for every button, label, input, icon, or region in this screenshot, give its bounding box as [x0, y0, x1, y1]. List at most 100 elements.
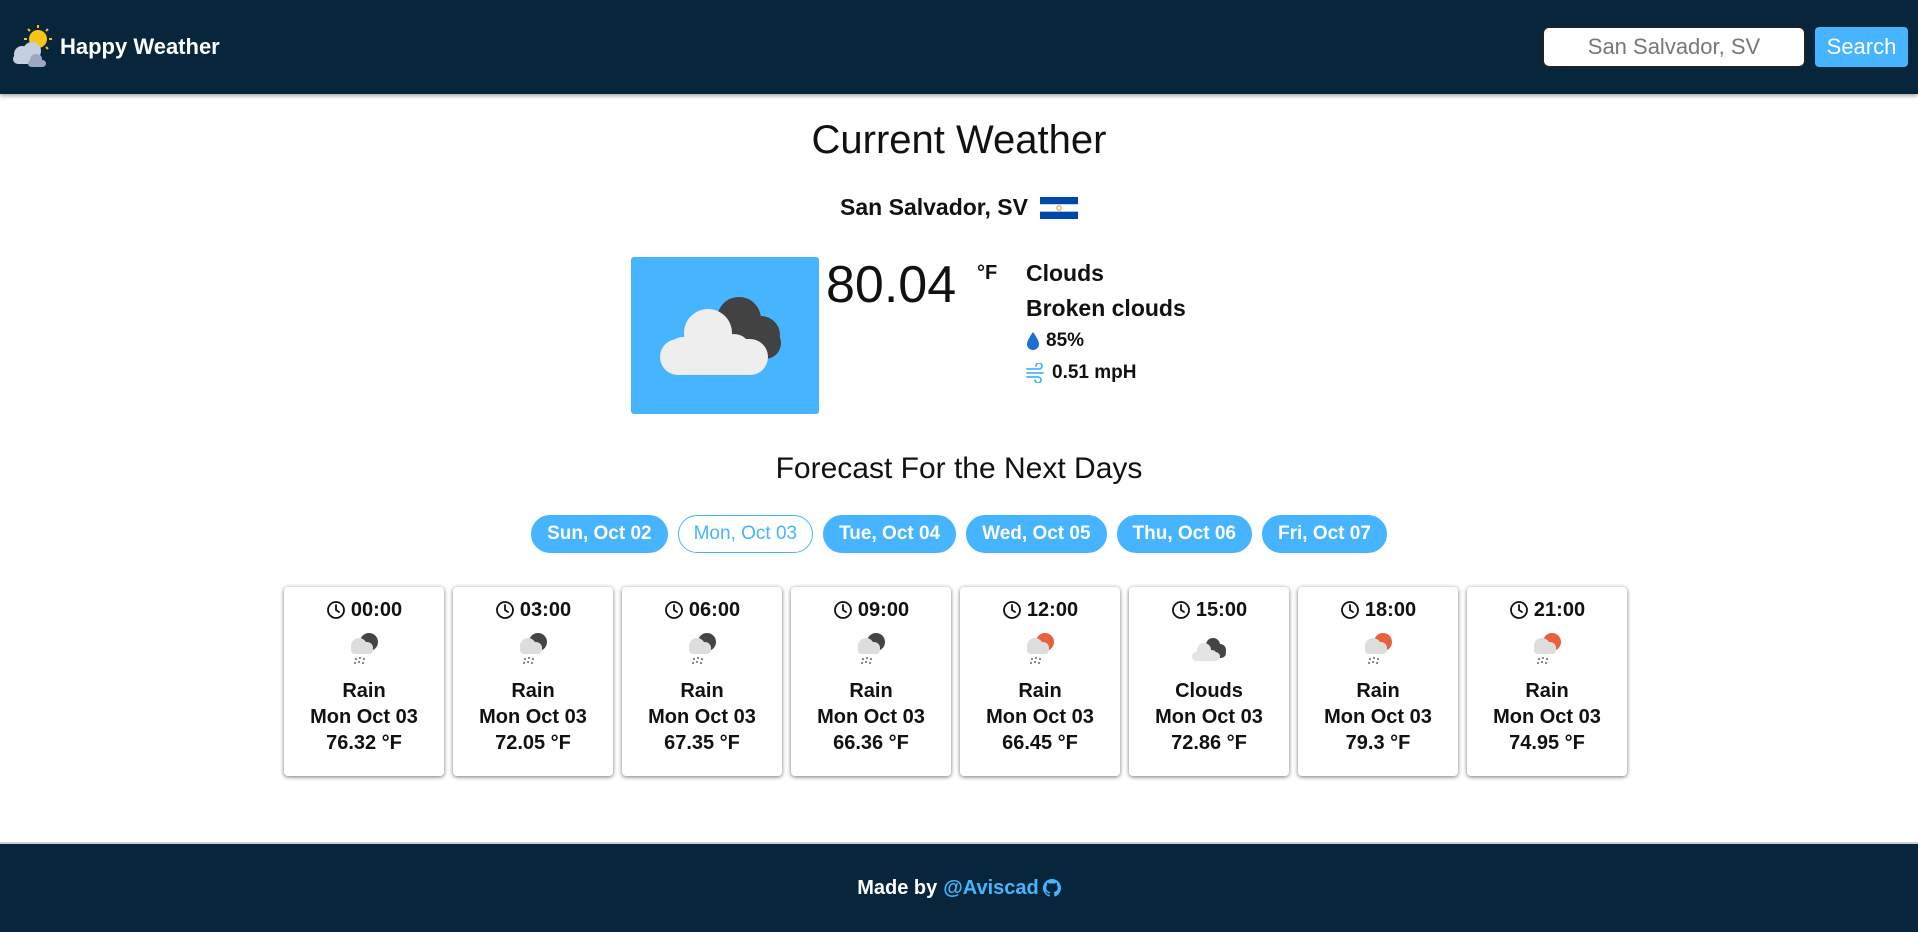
forecast-day-tabs: Sun, Oct 02 Mon, Oct 03 Tue, Oct 04 Wed,…: [0, 515, 1918, 553]
night-rain-icon: [351, 633, 378, 664]
tab-mon-oct-03[interactable]: Mon, Oct 03: [677, 515, 814, 553]
card-condition: Rain: [1356, 680, 1400, 702]
humidity-value: 85%: [1046, 330, 1085, 351]
clock-icon: [496, 601, 514, 619]
day-rain-icon: [1365, 633, 1392, 664]
wind-row: 0.51 mpH: [1026, 362, 1136, 384]
card-temperature: 72.05 °F: [495, 732, 571, 754]
wind-icon: [1026, 363, 1044, 383]
clock-icon: [327, 601, 345, 619]
card-temperature: 76.32 °F: [326, 732, 402, 754]
clock-icon: [834, 601, 852, 619]
night-rain-icon: [689, 633, 716, 664]
card-temperature: 74.95 °F: [1509, 732, 1585, 754]
card-time-label: 18:00: [1364, 598, 1417, 621]
temperature-unit: °F: [977, 262, 998, 284]
card-time-label: 12:00: [1026, 598, 1079, 621]
current-temperature: 80.04: [826, 256, 957, 314]
top-navbar: Happy Weather Search: [0, 0, 1918, 94]
humidity-drop-icon: [1027, 332, 1039, 350]
card-time: 18:00: [1340, 598, 1416, 622]
card-time: 15:00: [1171, 598, 1247, 622]
author-link[interactable]: @Aviscad: [943, 876, 1061, 900]
forecast-card: 12:00 Rain Mon Oct 03 66.45 °F: [960, 587, 1120, 776]
forecast-card: 21:00 Rain Mon Oct 03 74.95 °F: [1467, 587, 1627, 776]
card-time-label: 09:00: [857, 598, 910, 621]
card-time-label: 21:00: [1533, 598, 1586, 621]
forecast-card: 18:00 Rain Mon Oct 03 79.3 °F: [1298, 587, 1458, 776]
clock-icon: [1003, 601, 1021, 619]
tab-sun-oct-02[interactable]: Sun, Oct 02: [531, 515, 668, 553]
search-button[interactable]: Search: [1815, 27, 1908, 67]
card-temperature: 67.35 °F: [664, 732, 740, 754]
card-condition: Clouds: [1175, 680, 1243, 702]
footer: Made by @Aviscad: [0, 842, 1918, 932]
card-time: 06:00: [664, 598, 740, 622]
card-date: Mon Oct 03: [1493, 706, 1601, 728]
card-date: Mon Oct 03: [1155, 706, 1263, 728]
card-time-label: 03:00: [519, 598, 572, 621]
current-weather-icon-box: [631, 257, 819, 414]
card-date: Mon Oct 03: [310, 706, 418, 728]
clock-icon: [1172, 601, 1190, 619]
tab-thu-oct-06[interactable]: Thu, Oct 06: [1116, 515, 1252, 553]
clock-icon: [665, 601, 683, 619]
forecast-card: 00:00 Rain Mon Oct 03 76.32 °F: [284, 587, 444, 776]
sun-behind-cloud-icon: [13, 25, 52, 67]
humidity-row: 85%: [1026, 330, 1084, 352]
card-date: Mon Oct 03: [986, 706, 1094, 728]
day-rain-icon: [1027, 633, 1054, 664]
card-time: 00:00: [326, 598, 402, 622]
card-date: Mon Oct 03: [817, 706, 925, 728]
author-name: @Aviscad: [943, 876, 1039, 899]
broken-clouds-icon: [1192, 638, 1226, 661]
forecast-cards: 00:00 Rain Mon Oct 03 76.32 °F 03:00 Rain Mon …: [284, 587, 1627, 776]
brand[interactable]: Happy Weather: [8, 24, 220, 70]
card-time: 21:00: [1509, 598, 1585, 622]
wind-value: 0.51 mpH: [1052, 362, 1137, 383]
card-time: 09:00: [833, 598, 909, 622]
broken-clouds-icon: [660, 297, 781, 375]
app-name: Happy Weather: [60, 34, 220, 59]
card-temperature: 66.45 °F: [1002, 732, 1078, 754]
forecast-card: 09:00 Rain Mon Oct 03 66.36 °F: [791, 587, 951, 776]
location-row: San Salvador, SV: [0, 194, 1918, 221]
tab-fri-oct-07[interactable]: Fri, Oct 07: [1262, 515, 1387, 553]
card-condition: Rain: [849, 680, 893, 702]
page-title: Current Weather: [811, 118, 1107, 162]
night-rain-icon: [520, 633, 547, 664]
card-condition: Rain: [1525, 680, 1569, 702]
day-rain-icon: [1534, 633, 1561, 664]
github-icon: [1042, 879, 1061, 897]
location-name: San Salvador, SV: [840, 194, 1028, 220]
card-condition: Rain: [680, 680, 724, 702]
weather-main: Clouds: [1026, 260, 1104, 286]
card-temperature: 79.3 °F: [1345, 732, 1411, 754]
card-date: Mon Oct 03: [479, 706, 587, 728]
card-temperature: 66.36 °F: [833, 732, 909, 754]
card-time-label: 06:00: [688, 598, 741, 621]
made-by-label: Made by: [857, 876, 938, 899]
tab-tue-oct-04[interactable]: Tue, Oct 04: [823, 515, 957, 553]
tab-wed-oct-05[interactable]: Wed, Oct 05: [966, 515, 1107, 553]
card-condition: Rain: [1018, 680, 1062, 702]
forecast-card: 15:00 Clouds Mon Oct 03 72.86 °F: [1129, 587, 1289, 776]
card-time-label: 15:00: [1195, 598, 1248, 621]
card-date: Mon Oct 03: [648, 706, 756, 728]
night-rain-icon: [858, 633, 885, 664]
card-time: 12:00: [1002, 598, 1078, 622]
el-salvador-flag-icon: [1039, 196, 1078, 219]
forecast-title: Forecast For the Next Days: [775, 452, 1143, 485]
card-time: 03:00: [495, 598, 571, 622]
forecast-card: 03:00 Rain Mon Oct 03 72.05 °F: [453, 587, 613, 776]
forecast-card: 06:00 Rain Mon Oct 03 67.35 °F: [622, 587, 782, 776]
clock-icon: [1510, 601, 1528, 619]
card-time-label: 00:00: [350, 598, 403, 621]
search-input[interactable]: [1542, 26, 1806, 68]
card-temperature: 72.86 °F: [1171, 732, 1247, 754]
weather-description: Broken clouds: [1026, 295, 1186, 321]
clock-icon: [1341, 601, 1359, 619]
card-condition: Rain: [511, 680, 555, 702]
card-date: Mon Oct 03: [1324, 706, 1432, 728]
card-condition: Rain: [342, 680, 386, 702]
